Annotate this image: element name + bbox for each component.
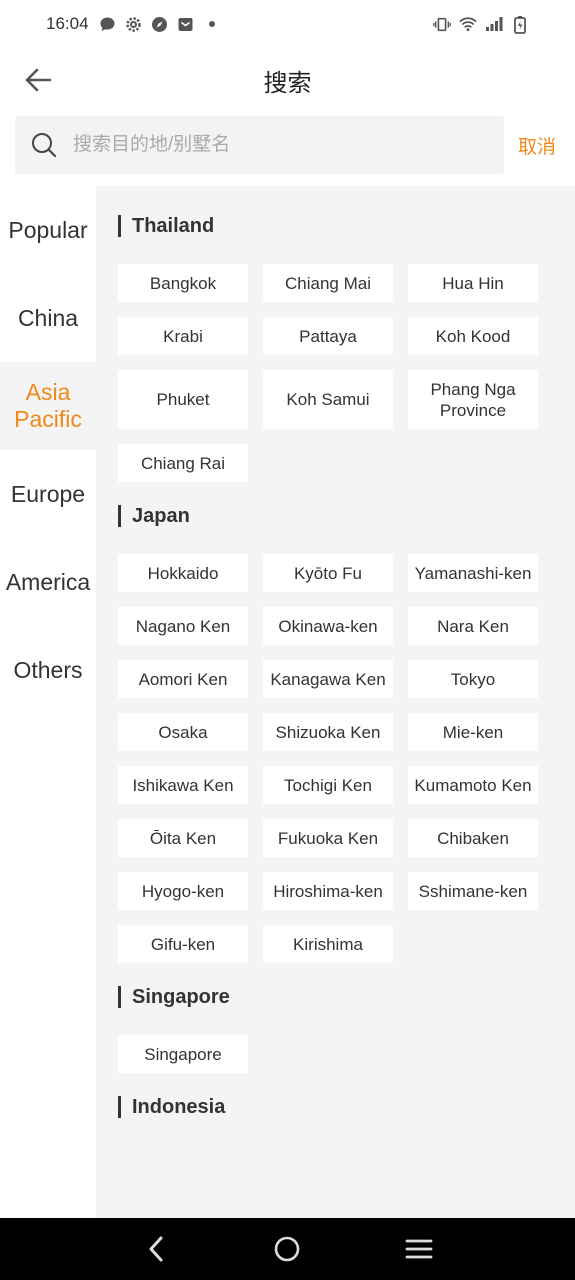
- destination-group: Singapore Singapore: [118, 985, 575, 1073]
- dot-icon: [203, 15, 221, 33]
- chevron-left-icon: [149, 1236, 163, 1262]
- group-title: Indonesia: [118, 1095, 575, 1119]
- city-chip[interactable]: Bangkok: [118, 264, 248, 302]
- wifi-icon: [459, 15, 477, 33]
- sidebar-item-popular[interactable]: Popular: [0, 186, 96, 274]
- page-title: 搜索: [263, 69, 312, 97]
- city-chip[interactable]: Mie-ken: [408, 713, 538, 751]
- city-chip[interactable]: Koh Samui: [263, 370, 393, 429]
- title-bar-divider: [118, 986, 121, 1008]
- back-button[interactable]: [20, 60, 56, 100]
- mail-icon: [177, 15, 195, 33]
- title-bar-divider: [118, 215, 121, 237]
- group-title-text: Thailand: [132, 214, 215, 237]
- city-chip[interactable]: Tochigi Ken: [263, 766, 393, 804]
- system-nav-bar: [0, 1218, 575, 1280]
- city-chip[interactable]: Phuket: [118, 370, 248, 429]
- cancel-button[interactable]: 取消: [518, 132, 556, 159]
- title-bar-divider: [118, 1096, 121, 1118]
- nav-menu-button[interactable]: [394, 1224, 444, 1274]
- search-box[interactable]: [15, 116, 504, 174]
- city-chip[interactable]: Okinawa-ken: [263, 607, 393, 645]
- city-chip[interactable]: Phang Nga Province: [408, 370, 538, 429]
- city-chip[interactable]: Kanagawa Ken: [263, 660, 393, 698]
- search-icon: [32, 133, 57, 158]
- nav-home-button[interactable]: [262, 1224, 312, 1274]
- city-grid: Hokkaido Kyōto Fu Yamanashi-ken Nagano Ken O…: [118, 554, 575, 963]
- city-chip[interactable]: Kumamoto Ken: [408, 766, 538, 804]
- status-bar: 16:04: [0, 0, 575, 48]
- sidebar-item-label: Others: [13, 656, 83, 683]
- sidebar-item-label: America: [5, 568, 91, 595]
- city-grid: Singapore: [118, 1035, 575, 1073]
- battery-icon: [511, 15, 529, 34]
- city-chip[interactable]: Fukuoka Ken: [263, 819, 393, 857]
- search-input[interactable]: [71, 133, 471, 157]
- destination-group: Indonesia: [118, 1095, 575, 1119]
- city-chip[interactable]: Yamanashi-ken: [408, 554, 538, 592]
- city-chip[interactable]: Hua Hin: [408, 264, 538, 302]
- city-chip[interactable]: Ōita Ken: [118, 819, 248, 857]
- status-time: 16:04: [46, 14, 89, 33]
- city-chip[interactable]: Chiang Rai: [118, 444, 248, 482]
- city-chip[interactable]: Sshimane-ken: [408, 872, 538, 910]
- group-title: Singapore: [118, 985, 575, 1009]
- destination-groups: Thailand Bangkok Chiang Mai Hua Hin Krabi Pat…: [96, 186, 575, 1119]
- city-chip[interactable]: Hiroshima-ken: [263, 872, 393, 910]
- group-title: Thailand: [118, 214, 575, 238]
- menu-icon: [405, 1239, 433, 1259]
- group-title-text: Japan: [132, 504, 190, 527]
- sidebar-item-others[interactable]: Others: [0, 626, 96, 714]
- city-chip[interactable]: Kirishima: [263, 925, 393, 963]
- group-title: Japan: [118, 504, 575, 528]
- sidebar-item-label: Popular: [8, 216, 88, 243]
- arrow-left-icon: [25, 68, 52, 92]
- sidebar-item-asia-pacific[interactable]: Asia Pacific: [0, 362, 96, 450]
- city-chip[interactable]: Chiang Mai: [263, 264, 393, 302]
- city-chip[interactable]: Kyōto Fu: [263, 554, 393, 592]
- settings-icon: [125, 15, 143, 33]
- title-bar-divider: [118, 505, 121, 527]
- destination-group: Thailand Bangkok Chiang Mai Hua Hin Krabi Pat…: [118, 214, 575, 482]
- city-grid: Bangkok Chiang Mai Hua Hin Krabi Pattaya Koh …: [118, 264, 575, 482]
- city-chip[interactable]: Nagano Ken: [118, 607, 248, 645]
- city-chip[interactable]: Krabi: [118, 317, 248, 355]
- city-chip[interactable]: Singapore: [118, 1035, 248, 1073]
- group-title-text: Singapore: [132, 985, 230, 1008]
- compass-icon: [151, 15, 169, 33]
- home-circle-icon: [275, 1236, 300, 1262]
- sidebar-item-label: China: [17, 304, 79, 331]
- group-title-text: Indonesia: [132, 1095, 226, 1118]
- city-chip[interactable]: Gifu-ken: [118, 925, 248, 963]
- city-chip[interactable]: Pattaya: [263, 317, 393, 355]
- city-chip[interactable]: Osaka: [118, 713, 248, 751]
- city-chip[interactable]: Koh Kood: [408, 317, 538, 355]
- message-icon: [99, 15, 117, 33]
- city-chip[interactable]: Hokkaido: [118, 554, 248, 592]
- sidebar-item-america[interactable]: America: [0, 538, 96, 626]
- search-row: 取消: [0, 116, 575, 176]
- header: 搜索: [0, 48, 575, 112]
- city-chip[interactable]: Hyogo-ken: [118, 872, 248, 910]
- sidebar-item-label: Asia Pacific: [14, 379, 82, 432]
- city-chip[interactable]: Tokyo: [408, 660, 538, 698]
- city-chip[interactable]: Aomori Ken: [118, 660, 248, 698]
- signal-icon: [485, 15, 503, 33]
- city-chip[interactable]: Nara Ken: [408, 607, 538, 645]
- sidebar-item-europe[interactable]: Europe: [0, 450, 96, 538]
- category-sidebar: Popular China Asia Pacific Europe Americ…: [0, 186, 96, 1218]
- vibrate-icon: [433, 15, 451, 33]
- city-chip[interactable]: Shizuoka Ken: [263, 713, 393, 751]
- nav-back-button[interactable]: [131, 1224, 181, 1274]
- destination-group: Japan Hokkaido Kyōto Fu Yamanashi-ken Nagano…: [118, 504, 575, 963]
- city-chip[interactable]: Chibaken: [408, 819, 538, 857]
- sidebar-item-label: Europe: [10, 480, 86, 507]
- city-chip[interactable]: Ishikawa Ken: [118, 766, 248, 804]
- destination-list[interactable]: Thailand Bangkok Chiang Mai Hua Hin Krabi Pat…: [96, 186, 575, 1218]
- sidebar-item-china[interactable]: China: [0, 274, 96, 362]
